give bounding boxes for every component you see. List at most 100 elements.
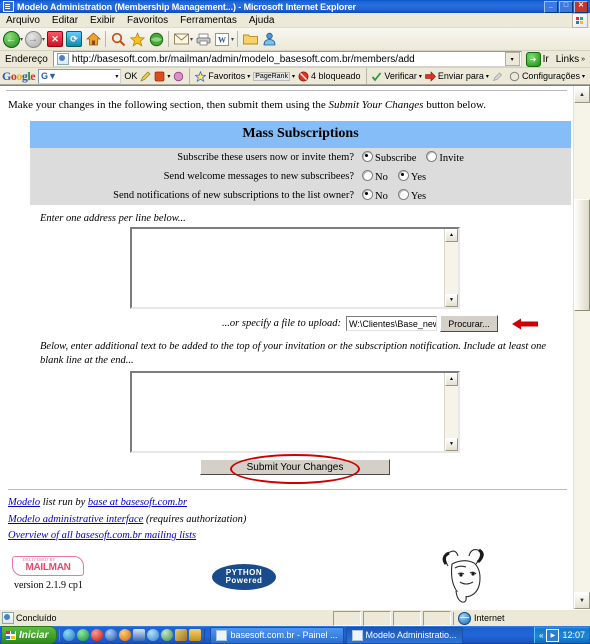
list-link[interactable]: Modelo	[8, 497, 40, 508]
mail-dropdown-icon[interactable]: ▾	[190, 36, 193, 43]
radio-option-welcome-no[interactable]: No	[362, 170, 388, 183]
popup-blocker-dropdown-icon[interactable]: ▾	[167, 73, 170, 80]
page-scroll-up-icon[interactable]: ▲	[574, 86, 590, 103]
go-button[interactable]: ➜ Ir	[524, 51, 551, 67]
radio-invite-icon[interactable]	[426, 151, 438, 162]
print-icon[interactable]	[194, 30, 212, 48]
close-button[interactable]: ✕	[574, 0, 588, 13]
invitation-textarea[interactable]: ▲ ▼	[130, 371, 460, 454]
messenger-icon[interactable]	[260, 30, 278, 48]
links-button[interactable]: Links »	[553, 54, 588, 65]
google-popup-blocker-icon[interactable]: ▾	[154, 71, 170, 82]
scroll-up-icon[interactable]: ▲	[445, 229, 458, 242]
address-input[interactable]: http://basesoft.com.br/mailman/admin/mod…	[52, 51, 522, 67]
python-powered-badge[interactable]: PYTHON Powered	[212, 564, 276, 591]
quicklaunch-clip-icon[interactable]	[175, 629, 188, 641]
google-search-dropdown-icon[interactable]: ▾	[115, 73, 120, 80]
minimize-button[interactable]: _	[544, 0, 558, 13]
page-scroll-track[interactable]	[574, 103, 590, 592]
back-icon[interactable]: ←	[2, 30, 20, 48]
scroll-down-icon[interactable]: ▼	[445, 438, 458, 452]
radio-notify-yes-icon[interactable]	[397, 189, 409, 200]
home-icon[interactable]	[84, 30, 102, 48]
google-spellcheck-button[interactable]: Verificar ▾	[371, 71, 422, 82]
menu-item-arquivo[interactable]: Arquivo	[0, 14, 46, 27]
scroll-track[interactable]	[445, 386, 458, 439]
scroll-down-icon[interactable]: ▼	[445, 294, 458, 307]
google-pagerank[interactable]: PageRank ▾	[253, 71, 295, 81]
menu-item-ferramentas[interactable]: Ferramentas	[174, 14, 243, 27]
media-icon[interactable]	[147, 30, 165, 48]
radio-notify-no-icon[interactable]	[362, 189, 373, 200]
radio-option-notify-no[interactable]: No	[362, 189, 388, 202]
page-scroll-thumb[interactable]	[574, 199, 590, 311]
edit-dropdown-icon[interactable]: ▾	[231, 36, 234, 43]
google-settings-button[interactable]: Configurações ▾	[509, 71, 585, 82]
google-blocked-count[interactable]: 4 bloqueado	[298, 71, 361, 82]
check-dropdown-icon[interactable]: ▾	[419, 73, 422, 80]
owner-email-link[interactable]: base at basesoft.com.br	[88, 497, 187, 508]
radio-option-welcome-yes[interactable]: Yes	[397, 170, 426, 183]
google-search-input[interactable]: G▼ ▾	[38, 68, 122, 84]
radio-welcome-yes-icon[interactable]	[397, 170, 409, 181]
menu-item-editar[interactable]: Editar	[46, 14, 84, 27]
start-button[interactable]: Iniciar	[1, 626, 58, 644]
gnu-head-badge[interactable]	[436, 544, 496, 606]
maximize-button[interactable]: □	[559, 0, 573, 13]
mail-icon[interactable]	[172, 30, 190, 48]
page-scroll-down-icon[interactable]: ▼	[574, 592, 590, 609]
quicklaunch-red-icon[interactable]	[91, 629, 104, 641]
radio-subscribe-icon[interactable]	[362, 151, 373, 162]
taskbar-item-modelo[interactable]: Modelo Administratio...	[345, 626, 463, 644]
quicklaunch-orange-icon[interactable]	[119, 629, 132, 641]
page-scrollbar[interactable]: ▲ ▼	[573, 86, 590, 609]
search-icon[interactable]	[109, 30, 127, 48]
overview-link[interactable]: Overview of all basesoft.com.br mailing …	[8, 530, 196, 541]
addresses-textarea[interactable]: ▲ ▼	[130, 227, 460, 309]
forward-icon[interactable]: →	[24, 30, 42, 48]
favorites-star-icon[interactable]	[128, 30, 146, 48]
google-pencil-icon[interactable]	[140, 71, 151, 82]
invitation-textarea-inner[interactable]	[132, 373, 444, 451]
stop-icon[interactable]: ✕	[46, 30, 64, 48]
folder-icon[interactable]	[241, 30, 259, 48]
quicklaunch-folder-icon[interactable]	[189, 629, 202, 641]
quicklaunch-desktop-icon[interactable]	[133, 629, 146, 641]
forward-dropdown-icon[interactable]: ▾	[42, 36, 45, 43]
taskbar-item-basesoft[interactable]: basesoft.com.br - Painel ...	[210, 626, 344, 644]
tray-expand-icon[interactable]: «	[539, 631, 543, 640]
google-sendto-button[interactable]: Enviar para ▾	[425, 70, 489, 82]
quicklaunch-blue-icon[interactable]	[105, 629, 118, 641]
quicklaunch-ie-icon[interactable]	[63, 629, 76, 641]
addresses-textarea-scrollbar[interactable]: ▲ ▼	[444, 229, 458, 307]
scroll-up-icon[interactable]: ▲	[445, 373, 458, 387]
mailman-badge[interactable]: DELIVERED BY MAILMAN version 2.1.9 cp1	[12, 556, 84, 591]
refresh-icon[interactable]: ⟳	[65, 30, 83, 48]
menu-item-favoritos[interactable]: Favoritos	[121, 14, 174, 27]
radio-welcome-no-icon[interactable]	[362, 170, 373, 181]
radio-option-invite[interactable]: Invite	[426, 151, 464, 164]
quicklaunch-cyan-icon[interactable]	[147, 629, 160, 641]
upload-file-input[interactable]: W:\Clientes\Base_new\tes	[346, 316, 437, 331]
sendto-dropdown-icon[interactable]: ▾	[486, 73, 489, 80]
settings-dropdown-icon[interactable]: ▾	[582, 73, 585, 80]
pagerank-dropdown-icon[interactable]: ▾	[292, 73, 295, 80]
favorites-dropdown-icon[interactable]: ▾	[247, 73, 250, 80]
menu-item-exibir[interactable]: Exibir	[84, 14, 121, 27]
clock[interactable]: 12:07	[562, 630, 585, 640]
browse-button[interactable]: Procurar...	[440, 315, 498, 332]
tray-media-icon[interactable]: ▶	[546, 628, 560, 642]
google-highlight-icon[interactable]	[492, 71, 503, 82]
back-dropdown-icon[interactable]: ▾	[20, 36, 23, 43]
google-ok-button[interactable]: OK	[124, 71, 137, 81]
google-favorites-button[interactable]: Favoritos ▾	[195, 70, 250, 82]
address-dropdown-icon[interactable]: ▾	[504, 52, 520, 66]
radio-option-subscribe[interactable]: Subscribe	[362, 151, 416, 164]
quicklaunch-teal-icon[interactable]	[161, 629, 174, 641]
menu-item-ajuda[interactable]: Ajuda	[243, 14, 281, 27]
word-edit-icon[interactable]: W	[213, 30, 231, 48]
addresses-textarea-inner[interactable]	[132, 229, 444, 307]
radio-option-notify-yes[interactable]: Yes	[397, 189, 426, 202]
admin-interface-link[interactable]: Modelo administrative interface	[8, 514, 143, 525]
invitation-textarea-scrollbar[interactable]: ▲ ▼	[444, 373, 458, 452]
